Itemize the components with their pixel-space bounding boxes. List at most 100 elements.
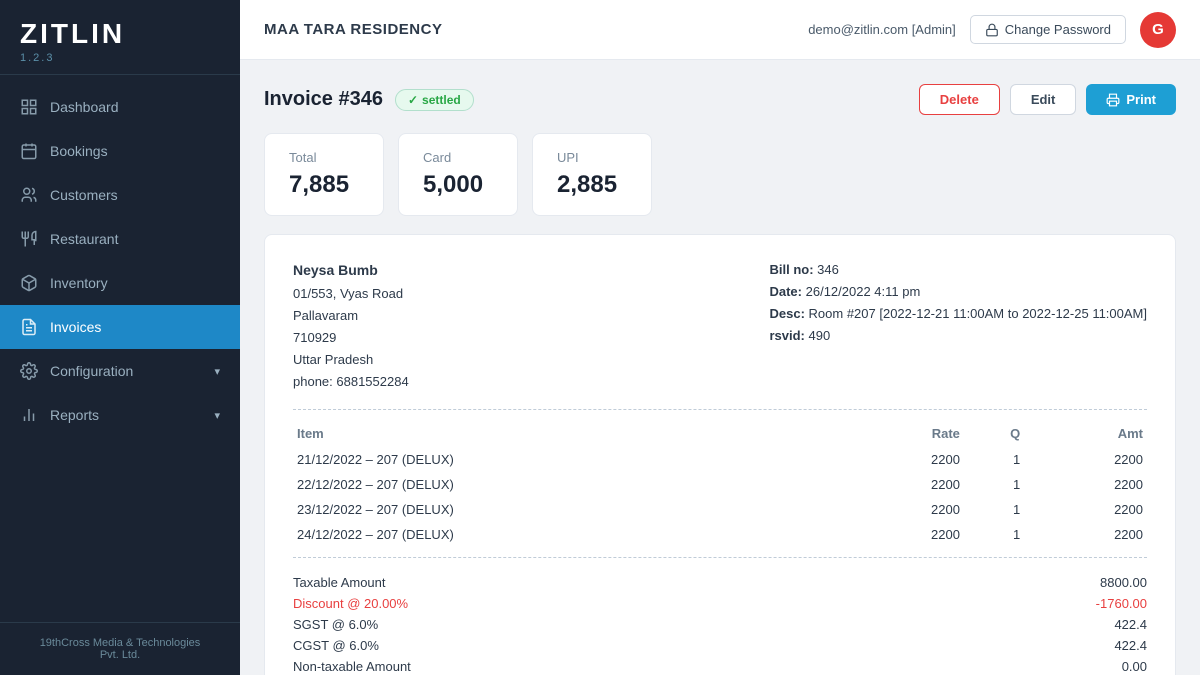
col-amt: Amt xyxy=(1024,420,1147,447)
non-taxable-row: Non-taxable Amount 0.00 xyxy=(293,656,1147,675)
desc-label: Desc: xyxy=(769,306,804,321)
footer-line1: 19thCross Media & Technologies xyxy=(20,637,220,649)
total-label: Total xyxy=(289,150,359,165)
invoice-title: Invoice #346 xyxy=(264,88,383,111)
row-qty: 1 xyxy=(964,447,1024,472)
row-item: 22/12/2022 – 207 (DELUX) xyxy=(293,472,841,497)
sidebar-item-configuration[interactable]: Configuration ▾ xyxy=(0,349,240,393)
sidebar-item-label: Configuration xyxy=(50,363,133,379)
row-rate: 2200 xyxy=(841,522,964,547)
bill-desc: Desc: Room #207 [2022-12-21 11:00AM to 2… xyxy=(769,303,1147,325)
summary-cards: Total 7,885 Card 5,000 UPI 2,885 xyxy=(264,133,1176,216)
sidebar-item-label: Restaurant xyxy=(50,231,118,247)
rsvid-label: rsvid: xyxy=(769,328,804,343)
bill-rsvid: rsvid: 490 xyxy=(769,325,1147,347)
sidebar-item-reports[interactable]: Reports ▾ xyxy=(0,393,240,437)
sidebar-logo: ZITLIN 1.2.3 xyxy=(0,0,240,75)
row-item: 24/12/2022 – 207 (DELUX) xyxy=(293,522,841,547)
invoice-table: Item Rate Q Amt 21/12/2022 – 207 (DELUX)… xyxy=(293,420,1147,547)
sidebar-item-bookings[interactable]: Bookings xyxy=(0,129,240,173)
change-password-button[interactable]: Change Password xyxy=(970,15,1126,44)
delete-button[interactable]: Delete xyxy=(919,84,1000,115)
table-row: 24/12/2022 – 207 (DELUX) 2200 1 2200 xyxy=(293,522,1147,547)
row-item: 23/12/2022 – 207 (DELUX) xyxy=(293,497,841,522)
row-qty: 1 xyxy=(964,497,1024,522)
box-icon xyxy=(20,274,38,292)
table-row: 21/12/2022 – 207 (DELUX) 2200 1 2200 xyxy=(293,447,1147,472)
cgst-value: 422.4 xyxy=(1114,638,1147,653)
gear-icon xyxy=(20,362,38,380)
card-value: 5,000 xyxy=(423,171,493,199)
header-right: demo@zitlin.com [Admin] Change Password … xyxy=(808,12,1176,48)
sidebar-item-label: Reports xyxy=(50,407,99,423)
non-taxable-label: Non-taxable Amount xyxy=(293,659,411,674)
lock-icon xyxy=(985,23,999,37)
edit-button[interactable]: Edit xyxy=(1010,84,1077,115)
sidebar-item-label: Dashboard xyxy=(50,99,119,115)
col-rate: Rate xyxy=(841,420,964,447)
invoice-icon xyxy=(20,318,38,336)
invoice-info-row: Neysa Bumb 01/553, Vyas Road Pallavaram … xyxy=(293,259,1147,393)
customer-state: Uttar Pradesh xyxy=(293,349,409,371)
print-button[interactable]: Print xyxy=(1086,84,1176,115)
sidebar-item-label: Bookings xyxy=(50,143,108,159)
print-label: Print xyxy=(1126,92,1156,107)
business-name: MAA TARA RESIDENCY xyxy=(264,21,442,38)
col-qty: Q xyxy=(964,420,1024,447)
sgst-row: SGST @ 6.0% 422.4 xyxy=(293,614,1147,635)
date-value: 26/12/2022 4:11 pm xyxy=(806,284,921,299)
invoice-title-group: Invoice #346 settled xyxy=(264,88,474,111)
chevron-down-icon: ▾ xyxy=(214,365,220,378)
row-amt: 2200 xyxy=(1024,522,1147,547)
customer-name: Neysa Bumb xyxy=(293,259,409,283)
change-password-label: Change Password xyxy=(1005,22,1111,37)
bill-no-value: 346 xyxy=(817,262,839,277)
total-value: 7,885 xyxy=(289,171,359,199)
row-rate: 2200 xyxy=(841,472,964,497)
bill-info: Bill no: 346 Date: 26/12/2022 4:11 pm De… xyxy=(769,259,1147,393)
row-qty: 1 xyxy=(964,522,1024,547)
bill-number: Bill no: 346 xyxy=(769,259,1147,281)
sidebar-item-dashboard[interactable]: Dashboard xyxy=(0,85,240,129)
sidebar-item-label: Inventory xyxy=(50,275,108,291)
bill-no-label: Bill no: xyxy=(769,262,813,277)
sidebar-item-restaurant[interactable]: Restaurant xyxy=(0,217,240,261)
sidebar-item-inventory[interactable]: Inventory xyxy=(0,261,240,305)
upi-label: UPI xyxy=(557,150,627,165)
totals-section: Taxable Amount 8800.00 Discount @ 20.00%… xyxy=(293,572,1147,675)
customer-phone: phone: 6881552284 xyxy=(293,371,409,393)
content: Invoice #346 settled Delete Edit Print T… xyxy=(240,60,1200,675)
users-icon xyxy=(20,186,38,204)
row-amt: 2200 xyxy=(1024,497,1147,522)
footer-line2: Pvt. Ltd. xyxy=(20,649,220,661)
sidebar-nav: Dashboard Bookings Customers Restaurant … xyxy=(0,75,240,622)
row-qty: 1 xyxy=(964,472,1024,497)
sidebar-item-invoices[interactable]: Invoices xyxy=(0,305,240,349)
discount-row: Discount @ 20.00% -1760.00 xyxy=(293,593,1147,614)
sidebar-item-customers[interactable]: Customers xyxy=(0,173,240,217)
avatar: G xyxy=(1140,12,1176,48)
customer-address2: Pallavaram xyxy=(293,305,409,327)
invoice-header-row: Invoice #346 settled Delete Edit Print xyxy=(264,84,1176,115)
row-rate: 2200 xyxy=(841,497,964,522)
taxable-amount-row: Taxable Amount 8800.00 xyxy=(293,572,1147,593)
sidebar-footer: 19thCross Media & Technologies Pvt. Ltd. xyxy=(0,622,240,675)
bill-date: Date: 26/12/2022 4:11 pm xyxy=(769,281,1147,303)
user-info: demo@zitlin.com [Admin] xyxy=(808,22,956,37)
main-area: MAA TARA RESIDENCY demo@zitlin.com [Admi… xyxy=(240,0,1200,675)
customer-info: Neysa Bumb 01/553, Vyas Road Pallavaram … xyxy=(293,259,409,393)
divider-top xyxy=(293,409,1147,410)
table-row: 22/12/2022 – 207 (DELUX) 2200 1 2200 xyxy=(293,472,1147,497)
taxable-amount-value: 8800.00 xyxy=(1100,575,1147,590)
row-item: 21/12/2022 – 207 (DELUX) xyxy=(293,447,841,472)
customer-pin: 710929 xyxy=(293,327,409,349)
sgst-label: SGST @ 6.0% xyxy=(293,617,378,632)
chart-icon xyxy=(20,406,38,424)
discount-value: -1760.00 xyxy=(1096,596,1147,611)
logo-text: ZITLIN xyxy=(20,18,220,50)
row-amt: 2200 xyxy=(1024,472,1147,497)
upi-card: UPI 2,885 xyxy=(532,133,652,216)
non-taxable-value: 0.00 xyxy=(1122,659,1147,674)
table-row: 23/12/2022 – 207 (DELUX) 2200 1 2200 xyxy=(293,497,1147,522)
restaurant-icon xyxy=(20,230,38,248)
